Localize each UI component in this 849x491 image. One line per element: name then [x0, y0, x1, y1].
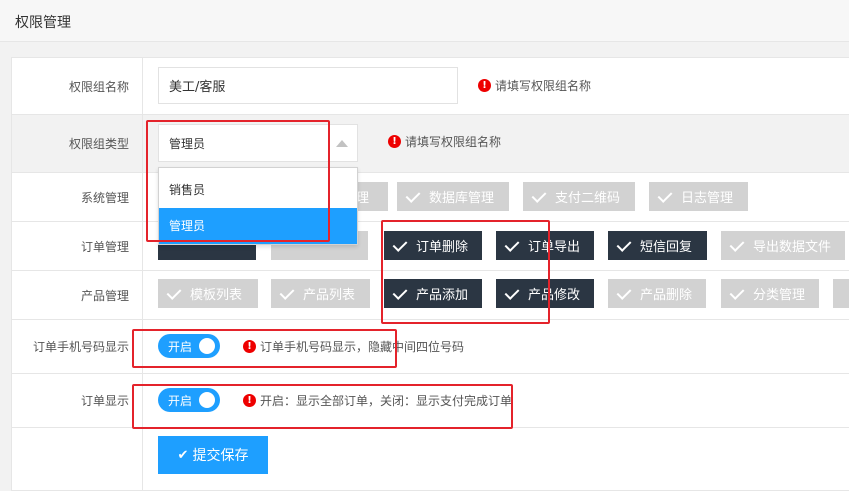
switch-knob — [199, 392, 215, 408]
tag-product-delete[interactable]: 产品删除 — [608, 279, 706, 308]
submit-save-button[interactable]: ✔ 提交保存 — [158, 436, 268, 474]
group-type-hint-text: 请填写权限组名称 — [405, 135, 502, 149]
tag-label: 产品列表 — [303, 288, 356, 303]
check-icon — [504, 286, 520, 302]
group-name-input[interactable]: 美工/客服 — [158, 67, 458, 104]
group-type-label: 权限组类型 — [68, 137, 129, 151]
tag-label: 产品删除 — [640, 288, 693, 303]
group-name-hint: ! 请填写权限组名称 — [478, 77, 591, 94]
tag-template-list[interactable]: 模板列表 — [158, 279, 258, 308]
check-icon — [657, 189, 673, 205]
phone-display-hint-text: 订单手机号码显示，隐藏中间四位号码 — [260, 340, 465, 354]
check-icon — [729, 238, 745, 254]
group-type-hint: ! 请填写权限组名称 — [388, 133, 501, 150]
page-title: 权限管理 — [15, 15, 71, 31]
tag-label: 订单导出 — [528, 240, 581, 255]
phone-display-hint: ! 订单手机号码显示，隐藏中间四位号码 — [243, 338, 464, 355]
check-icon — [392, 286, 408, 302]
permission-form: 权限组名称 权限组类型 系统管理 订单管理 产品管理 订单手机号码显示 订单显示 — [11, 57, 849, 491]
check-icon — [504, 238, 520, 254]
order-display-label: 订单显示 — [80, 394, 129, 408]
caret-up-icon — [336, 140, 348, 147]
tag-product-list[interactable]: 产品列表 — [271, 279, 370, 308]
switch-knob — [199, 338, 215, 354]
option-salesperson[interactable]: 销售员 — [159, 172, 357, 208]
tag-sms-reply[interactable]: 短信回复 — [608, 231, 707, 260]
tag-product-more[interactable] — [833, 279, 849, 308]
phone-display-switch[interactable]: 开启 — [158, 334, 220, 358]
tag-order-delete[interactable]: 订单删除 — [384, 231, 482, 260]
tag-payment-qr[interactable]: 支付二维码 — [523, 182, 635, 211]
switch-label: 开启 — [168, 393, 193, 408]
tag-label: 日志管理 — [681, 191, 734, 206]
tag-label: 分类管理 — [753, 288, 806, 303]
products-label: 产品管理 — [80, 288, 129, 303]
tag-label: 导出数据文件 — [753, 240, 832, 255]
tag-category-management[interactable]: 分类管理 — [721, 279, 819, 308]
error-icon: ! — [478, 79, 491, 92]
tag-database-management[interactable]: 数据库管理 — [397, 182, 509, 211]
check-icon: ✔ — [177, 447, 189, 463]
check-icon — [616, 238, 632, 254]
tag-label: 模板列表 — [190, 288, 243, 303]
option-admin[interactable]: 管理员 — [159, 208, 357, 244]
order-display-hint: ! 开启：显示全部订单，关闭：显示支付完成订单 — [243, 392, 512, 409]
error-icon: ! — [388, 135, 401, 148]
page-header: 权限管理 — [0, 0, 849, 42]
tag-label: 订单删除 — [416, 240, 469, 255]
tag-label: 产品添加 — [416, 288, 469, 303]
system-label: 系统管理 — [80, 190, 129, 205]
tag-product-add[interactable]: 产品添加 — [384, 279, 482, 308]
check-icon — [392, 238, 408, 254]
group-name-hint-text: 请填写权限组名称 — [495, 79, 592, 93]
error-icon: ! — [243, 394, 256, 407]
check-icon — [729, 286, 745, 302]
tag-product-edit[interactable]: 产品修改 — [496, 279, 594, 308]
tag-order-export[interactable]: 订单导出 — [496, 231, 594, 260]
group-type-dropdown: 销售员 管理员 — [158, 167, 358, 245]
tag-label: 数据库管理 — [429, 191, 495, 206]
check-icon — [279, 286, 295, 302]
label-divider — [142, 57, 143, 491]
check-icon — [531, 189, 547, 205]
check-icon — [405, 189, 421, 205]
orders-label: 订单管理 — [80, 239, 129, 254]
check-icon — [166, 286, 182, 302]
order-display-hint-text: 开启：显示全部订单，关闭：显示支付完成订单 — [260, 394, 513, 408]
switch-label: 开启 — [168, 339, 193, 354]
phone-display-label: 订单手机号码显示 — [32, 340, 129, 354]
tag-label: 产品修改 — [528, 288, 581, 303]
group-type-selected: 管理员 — [169, 136, 206, 151]
group-type-select[interactable]: 管理员 — [158, 124, 358, 162]
group-name-label: 权限组名称 — [68, 79, 129, 94]
tag-label: 支付二维码 — [555, 191, 621, 206]
tag-log-management[interactable]: 日志管理 — [649, 182, 748, 211]
order-display-switch[interactable]: 开启 — [158, 388, 220, 412]
tag-export-data-file[interactable]: 导出数据文件 — [721, 231, 845, 260]
tag-label: 短信回复 — [640, 240, 693, 255]
submit-label: 提交保存 — [192, 448, 249, 464]
tag-system-1[interactable]: 理 — [356, 182, 388, 211]
error-icon: ! — [243, 340, 256, 353]
check-icon — [616, 286, 632, 302]
